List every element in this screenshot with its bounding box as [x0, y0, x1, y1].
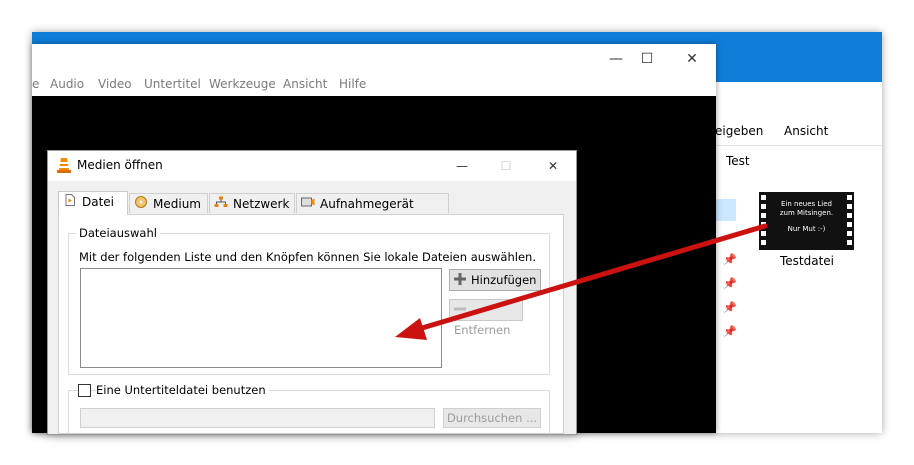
tab-datei[interactable]: Datei [58, 191, 128, 215]
file-play-icon [63, 194, 77, 214]
disc-icon [134, 196, 148, 216]
explorer-address: Test [715, 149, 882, 173]
pin-icon: 📌 [723, 277, 737, 290]
sidebar-selected-item[interactable] [715, 199, 736, 221]
file-list[interactable] [80, 268, 442, 368]
thumbnail-text: Ein neues Lied zum Mitsingen. Nur Mut :-… [779, 200, 834, 233]
dialog-title: Medien öffnen [77, 158, 163, 172]
menu-werkzeuge[interactable]: Werkzeuge [209, 77, 276, 91]
ribbon-tab-ansicht[interactable]: Ansicht [784, 124, 828, 138]
tab-netzwerk[interactable]: Netzwerk [209, 193, 295, 213]
pin-icon: 📌 [723, 325, 737, 338]
add-file-button[interactable]: Hinzufügen ... [449, 269, 541, 307]
close-icon[interactable]: ✕ [682, 50, 702, 68]
explorer-ribbon: eigeben Ansicht [715, 117, 882, 146]
menu-ansicht[interactable]: Ansicht [283, 77, 327, 91]
vlc-titlebar: — ☐ ✕ [32, 44, 716, 74]
maximize-icon: ☐ [500, 159, 512, 173]
menu-untertitel[interactable]: Untertitel [144, 77, 201, 91]
close-icon[interactable]: ✕ [542, 157, 564, 175]
subtitle-file-input [80, 408, 435, 428]
file-selection-legend: Dateiauswahl [76, 226, 160, 240]
ribbon-tab-freigeben[interactable]: eigeben [715, 124, 763, 138]
browse-button: Durchsuchen ... [443, 408, 541, 428]
network-icon [214, 196, 228, 216]
subtitle-checkbox-label[interactable]: Eine Untertiteldatei benutzen [96, 383, 269, 397]
menu-video[interactable]: Video [98, 77, 132, 91]
maximize-icon[interactable]: ☐ [637, 50, 657, 68]
minus-icon [454, 301, 466, 313]
menu-item-partial[interactable]: e [32, 77, 39, 91]
menu-hilfe[interactable]: Hilfe [339, 77, 366, 91]
pin-icon: 📌 [723, 301, 737, 314]
vlc-menubar: e Audio Video Untertitel Werkzeuge Ansic… [32, 74, 716, 96]
file-selection-description: Mit der folgenden Liste und den Knöpfen … [79, 250, 536, 264]
minimize-icon[interactable]: — [451, 157, 473, 175]
tab-medium[interactable]: Medium [129, 193, 208, 213]
vlc-cone-icon [57, 158, 71, 173]
address-folder-label[interactable]: Test [726, 154, 750, 168]
video-thumbnail: Ein neues Lied zum Mitsingen. Nur Mut :-… [759, 192, 854, 250]
remove-file-button: Entfernen [449, 299, 523, 337]
subtitle-checkbox[interactable] [78, 384, 91, 397]
plus-icon [454, 271, 466, 285]
tab-aufnahmegeraet[interactable]: Aufnahmegerät öffnen [296, 193, 449, 233]
capture-device-icon [301, 196, 315, 216]
open-media-dialog: Medien öffnen — ☐ ✕ Datei Medium Netzwer… [47, 150, 577, 435]
minimize-icon[interactable]: — [606, 50, 626, 68]
menu-audio[interactable]: Audio [50, 77, 84, 91]
file-name-label: Testdatei [779, 254, 835, 268]
pin-icon: 📌 [723, 253, 737, 266]
file-item-testdatei[interactable]: Ein neues Lied zum Mitsingen. Nur Mut :-… [759, 192, 855, 272]
dialog-titlebar: Medien öffnen — ☐ ✕ [48, 151, 576, 181]
